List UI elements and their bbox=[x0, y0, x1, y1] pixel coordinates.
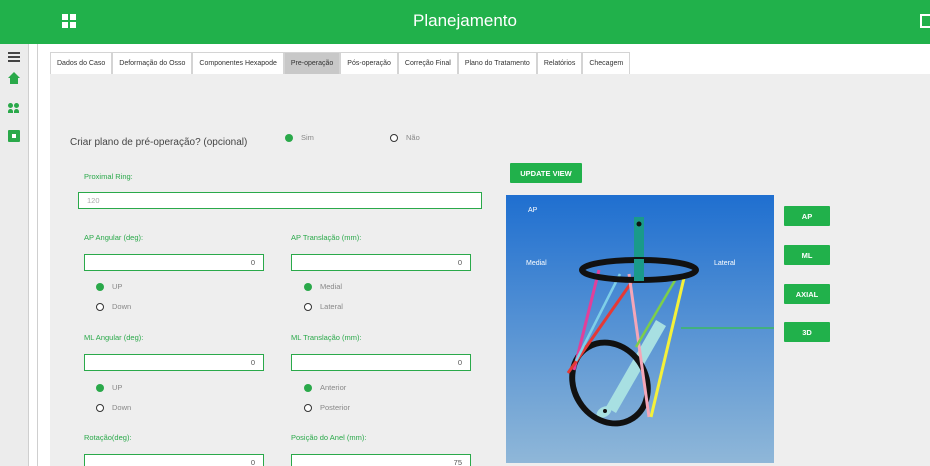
radio-label: Down bbox=[112, 302, 132, 311]
radio-label: Anterior bbox=[320, 383, 347, 392]
radio-label: Não bbox=[406, 133, 420, 142]
ap-angular-label: AP Angular (deg): bbox=[84, 233, 144, 242]
radio-selected-icon bbox=[96, 282, 104, 291]
ml-angular-label: ML Angular (deg): bbox=[84, 333, 144, 342]
view-ap-button[interactable]: AP bbox=[784, 206, 830, 226]
hexapod-3d-viewer[interactable]: AP Medial Lateral bbox=[506, 195, 774, 463]
radio-ap-lateral[interactable]: Lateral bbox=[304, 302, 343, 311]
ap-translation-label: AP Translação (mm): bbox=[291, 233, 362, 242]
radio-label: Down bbox=[112, 403, 132, 412]
tab-dados-do-caso[interactable]: Dados do Caso bbox=[50, 52, 113, 74]
radio-label: UP bbox=[112, 282, 123, 291]
exit-icon[interactable] bbox=[920, 14, 930, 28]
radio-selected-icon bbox=[304, 383, 312, 392]
radio-ap-medial[interactable]: Medial bbox=[304, 282, 342, 291]
view-3d-button[interactable]: 3D bbox=[784, 322, 830, 342]
radio-ml-angular-up[interactable]: UP bbox=[96, 383, 122, 392]
radio-label: Sim bbox=[301, 133, 314, 142]
preop-question: Criar plano de pré-operação? (opcional) bbox=[70, 137, 248, 148]
radio-ml-angular-down[interactable]: Down bbox=[96, 403, 131, 412]
radio-unselected-icon bbox=[96, 403, 104, 412]
ml-angular-input[interactable]: 0 bbox=[84, 354, 264, 371]
tab-correcao-final[interactable]: Correção Final bbox=[397, 52, 458, 74]
tab-bar: Dados do Caso Deformação do Osso Compone… bbox=[50, 52, 631, 74]
people-icon[interactable] bbox=[8, 102, 20, 114]
ml-translation-input[interactable]: 0 bbox=[291, 354, 471, 371]
box-icon[interactable] bbox=[8, 130, 20, 142]
rotation-label: Rotação(deg): bbox=[84, 433, 132, 442]
radio-selected-icon bbox=[304, 282, 312, 291]
top-bar: Planejamento bbox=[0, 0, 930, 44]
radio-ml-anterior[interactable]: Anterior bbox=[304, 383, 346, 392]
proximal-ring-input[interactable]: 120 bbox=[78, 192, 482, 209]
radio-label: UP bbox=[112, 383, 123, 392]
proximal-ring-label: Proximal Ring: bbox=[84, 172, 133, 181]
page-title: Planejamento bbox=[413, 11, 517, 30]
tab-componentes-hexapode[interactable]: Componentes Hexapode bbox=[192, 52, 284, 74]
radio-ml-posterior[interactable]: Posterior bbox=[304, 403, 350, 412]
radio-selected-icon bbox=[96, 383, 104, 392]
ml-translation-label: ML Translação (mm): bbox=[291, 333, 362, 342]
tab-deformacao-do-osso[interactable]: Deformação do Osso bbox=[112, 52, 193, 74]
sidebar bbox=[0, 44, 28, 466]
viewer-label-lateral: Lateral bbox=[714, 260, 736, 267]
radio-sim[interactable]: Sim bbox=[285, 133, 314, 142]
view-ml-button[interactable]: ML bbox=[784, 245, 830, 265]
radio-ap-angular-down[interactable]: Down bbox=[96, 302, 131, 311]
radio-unselected-icon bbox=[96, 302, 104, 311]
radio-label: Lateral bbox=[320, 302, 343, 311]
tab-checagem[interactable]: Checagem bbox=[582, 52, 631, 74]
update-view-button[interactable]: UPDATE VIEW bbox=[510, 163, 582, 183]
radio-ap-angular-up[interactable]: UP bbox=[96, 282, 122, 291]
radio-nao[interactable]: Não bbox=[390, 133, 420, 142]
view-axial-button[interactable]: AXIAL bbox=[784, 284, 830, 304]
tab-pos-operacao[interactable]: Pós-operação bbox=[340, 52, 398, 74]
viewer-label-medial: Medial bbox=[526, 260, 547, 267]
tab-plano-do-tratamento[interactable]: Plano do Tratamento bbox=[457, 52, 537, 74]
home-icon[interactable] bbox=[8, 72, 20, 84]
ap-angular-input[interactable]: 0 bbox=[84, 254, 264, 271]
radio-label: Posterior bbox=[320, 403, 351, 412]
rotation-input[interactable]: 0 bbox=[84, 454, 264, 466]
sidebar-divider bbox=[28, 44, 38, 466]
tab-pre-operacao[interactable]: Pre-operação bbox=[283, 52, 341, 74]
radio-unselected-icon bbox=[390, 133, 398, 142]
radio-unselected-icon bbox=[304, 302, 312, 311]
menu-icon[interactable] bbox=[8, 52, 20, 62]
distal-pin bbox=[603, 409, 607, 413]
radio-selected-icon bbox=[285, 133, 293, 142]
viewer-label-ap: AP bbox=[528, 207, 538, 214]
ap-translation-input[interactable]: 0 bbox=[291, 254, 471, 271]
ring-position-label: Posição do Anel (mm): bbox=[291, 433, 367, 442]
ring-position-input[interactable]: 75 bbox=[291, 454, 471, 466]
radio-label: Medial bbox=[320, 282, 343, 291]
proximal-pin bbox=[636, 221, 642, 227]
radio-unselected-icon bbox=[304, 403, 312, 412]
tab-relatorios[interactable]: Relatórios bbox=[536, 52, 583, 74]
